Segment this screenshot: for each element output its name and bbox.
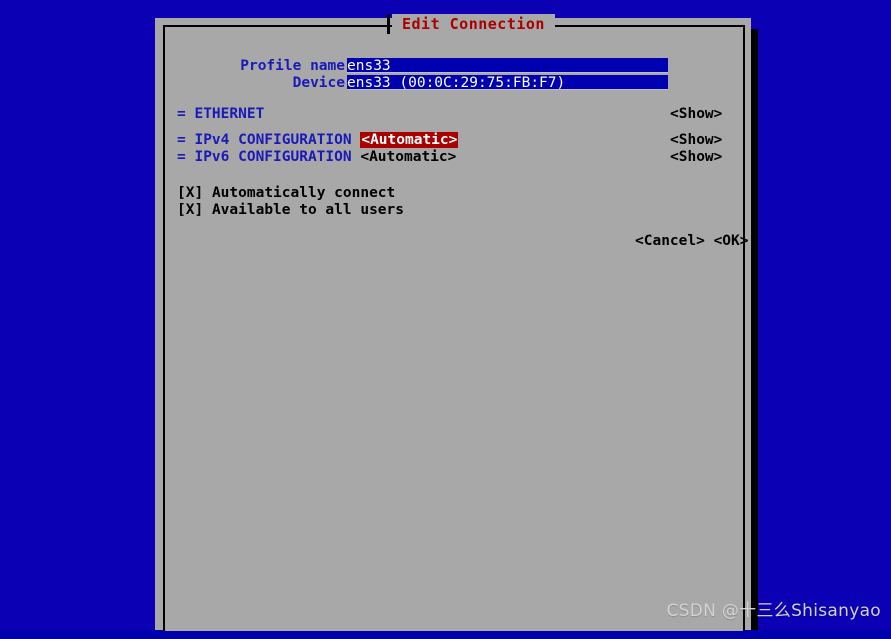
device-underline xyxy=(347,89,668,90)
checkbox-automatically-connect[interactable]: [X] Automatically connect xyxy=(177,185,395,201)
section-marker-icon: = xyxy=(177,106,186,122)
profile-name-input[interactable] xyxy=(347,58,668,73)
section-marker-icon: = xyxy=(177,132,186,148)
cancel-button[interactable]: <Cancel> xyxy=(635,233,705,249)
show-button-ethernet[interactable]: <Show> xyxy=(670,106,722,122)
dialog-actions: <Cancel> <OK> xyxy=(635,233,749,249)
edit-connection-dialog: Profile name Device = ETHERNET <Show> = … xyxy=(155,18,751,631)
dialog-frame: Profile name Device = ETHERNET <Show> = … xyxy=(163,25,749,631)
section-row-ipv4[interactable]: = IPv4 CONFIGURATION <Automatic> xyxy=(177,132,459,148)
checkbox-box-icon: [X] xyxy=(177,202,204,218)
checkbox-label: Available to all users xyxy=(211,202,404,218)
profile-name-label: Profile name xyxy=(240,58,345,74)
section-title-ipv6: IPv6 CONFIGURATION xyxy=(194,149,352,165)
ok-button[interactable]: <OK> xyxy=(714,233,749,249)
ipv4-method-selector[interactable]: <Automatic> xyxy=(360,132,459,148)
section-marker-icon: = xyxy=(177,149,186,165)
show-button-ipv4[interactable]: <Show> xyxy=(670,132,722,148)
ipv6-method-selector[interactable]: <Automatic> xyxy=(360,149,456,165)
section-title-ipv4: IPv4 CONFIGURATION xyxy=(194,132,352,148)
show-button-ipv6[interactable]: <Show> xyxy=(670,149,722,165)
section-row-ipv6[interactable]: = IPv6 CONFIGURATION <Automatic> xyxy=(177,149,456,165)
section-row-ethernet[interactable]: = ETHERNET xyxy=(177,106,264,122)
csdn-watermark: CSDN @十三么Shisanyao xyxy=(666,601,881,621)
profile-name-underline xyxy=(347,72,668,73)
checkbox-label: Automatically connect xyxy=(211,185,396,201)
checkbox-available-to-all-users[interactable]: [X] Available to all users xyxy=(177,202,404,218)
device-label: Device xyxy=(292,75,345,91)
dialog-content: Profile name Device = ETHERNET <Show> = … xyxy=(165,27,761,639)
checkbox-box-icon: [X] xyxy=(177,185,204,201)
section-title-ethernet: ETHERNET xyxy=(194,106,265,122)
device-input[interactable] xyxy=(347,75,668,90)
